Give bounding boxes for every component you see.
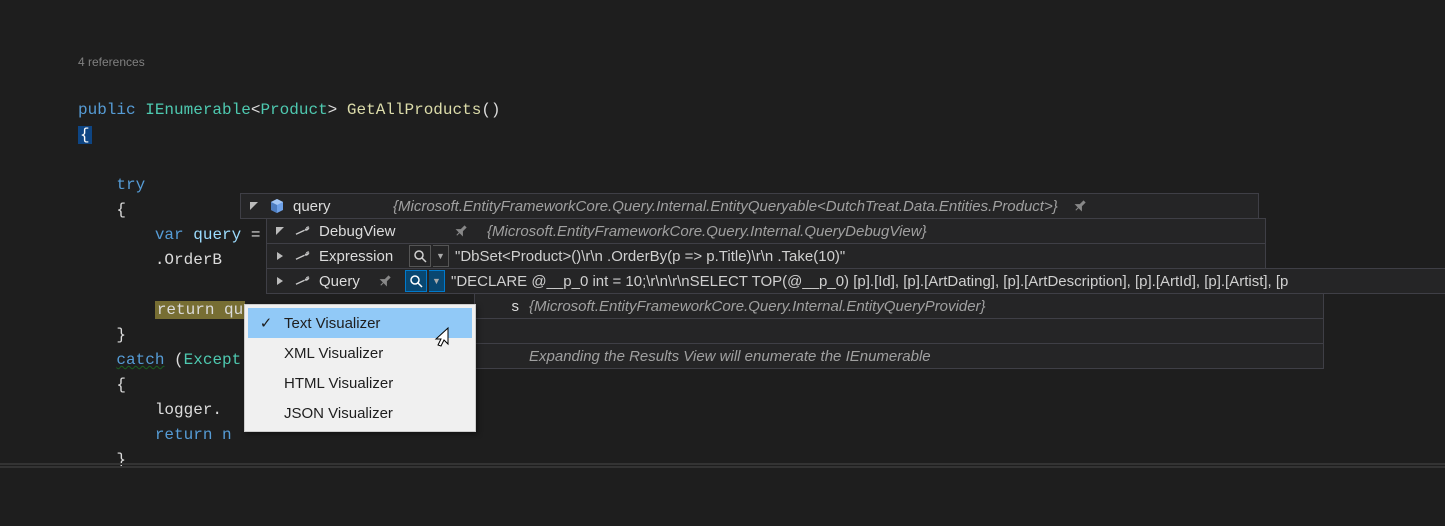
method-name: GetAllProducts xyxy=(347,101,481,119)
menu-label: Text Visualizer xyxy=(280,315,472,332)
menu-label: XML Visualizer xyxy=(280,345,472,362)
menu-item-html-visualizer[interactable]: HTML Visualizer xyxy=(248,368,472,398)
orderby: .OrderB xyxy=(155,251,222,269)
expander-icon[interactable] xyxy=(267,269,293,293)
datatip-row-results[interactable]: Expanding the Results View will enumerat… xyxy=(474,343,1324,369)
datatip-name-frag: s xyxy=(475,298,519,315)
datatip-name: query xyxy=(293,198,393,215)
magnifier-icon[interactable] xyxy=(409,245,431,267)
expander-icon[interactable] xyxy=(241,194,267,218)
check-icon: ✓ xyxy=(252,314,280,332)
kw-return2: return n xyxy=(155,426,232,444)
menu-item-json-visualizer[interactable]: JSON Visualizer xyxy=(248,398,472,428)
datatip-row-debugview[interactable]: DebugView {Microsoft.EntityFrameworkCore… xyxy=(266,218,1266,244)
pin-icon[interactable] xyxy=(1068,200,1092,212)
return-stmt: return qu xyxy=(155,301,245,319)
type-product: Product xyxy=(260,101,327,119)
datatip-value: {Microsoft.EntityFrameworkCore.Query.Int… xyxy=(529,298,996,315)
kw-public: public xyxy=(78,101,136,119)
expander-icon[interactable] xyxy=(267,244,293,268)
datatip-value: Expanding the Results View will enumerat… xyxy=(529,348,941,365)
datatip-value: {Microsoft.EntityFrameworkCore.Query.Int… xyxy=(393,198,1068,215)
datatip-row-query-prop[interactable]: Query ▼ "DECLARE @__p_0 int = 10;\r\n\r\… xyxy=(266,268,1445,294)
logger: logger. xyxy=(155,401,222,419)
visualizer-menu[interactable]: ✓ Text Visualizer XML Visualizer HTML Vi… xyxy=(244,304,476,432)
var-query: query xyxy=(193,226,241,244)
expander-icon[interactable] xyxy=(267,219,293,243)
datatip-row-provider[interactable]: s {Microsoft.EntityFrameworkCore.Query.I… xyxy=(474,293,1324,319)
datatip-row-expression[interactable]: Expression ▼ "DbSet<Product>()\r\n .Orde… xyxy=(266,243,1266,269)
kw-var: var xyxy=(155,226,184,244)
datatip-value: "DECLARE @__p_0 int = 10;\r\n\r\nSELECT … xyxy=(451,273,1298,290)
datatip-value: "DbSet<Product>()\r\n .OrderBy(p => p.Ti… xyxy=(455,248,855,265)
type-ienumerable: IEnumerable xyxy=(145,101,251,119)
dropdown-icon[interactable]: ▼ xyxy=(433,245,449,267)
datatip-name: DebugView xyxy=(319,223,449,240)
menu-item-text-visualizer[interactable]: ✓ Text Visualizer xyxy=(248,308,472,338)
wrench-icon xyxy=(293,221,313,241)
datatip-row-query[interactable]: query {Microsoft.EntityFrameworkCore.Que… xyxy=(240,193,1259,219)
open-brace: { xyxy=(78,126,92,144)
type-exception: Except xyxy=(184,351,242,369)
dropdown-icon[interactable]: ▼ xyxy=(429,270,445,292)
wrench-icon xyxy=(293,271,313,291)
codelens[interactable]: 4 references xyxy=(78,55,1445,69)
magnifier-icon[interactable] xyxy=(405,270,427,292)
pin-icon[interactable] xyxy=(449,225,473,237)
kw-catch: catch xyxy=(116,351,164,369)
datatip-name: Query xyxy=(319,273,373,290)
ruler xyxy=(0,466,1445,468)
menu-label: HTML Visualizer xyxy=(280,375,472,392)
wrench-icon xyxy=(293,246,313,266)
datatip-name: Expression xyxy=(319,248,409,265)
kw-try: try xyxy=(116,176,145,194)
datatip-row-blank xyxy=(474,318,1324,344)
pin-icon[interactable] xyxy=(373,275,397,287)
datatip-value: {Microsoft.EntityFrameworkCore.Query.Int… xyxy=(487,223,937,240)
menu-label: JSON Visualizer xyxy=(280,405,472,422)
menu-item-xml-visualizer[interactable]: XML Visualizer xyxy=(248,338,472,368)
local-variable-icon xyxy=(267,196,287,216)
ruler xyxy=(0,463,1445,465)
